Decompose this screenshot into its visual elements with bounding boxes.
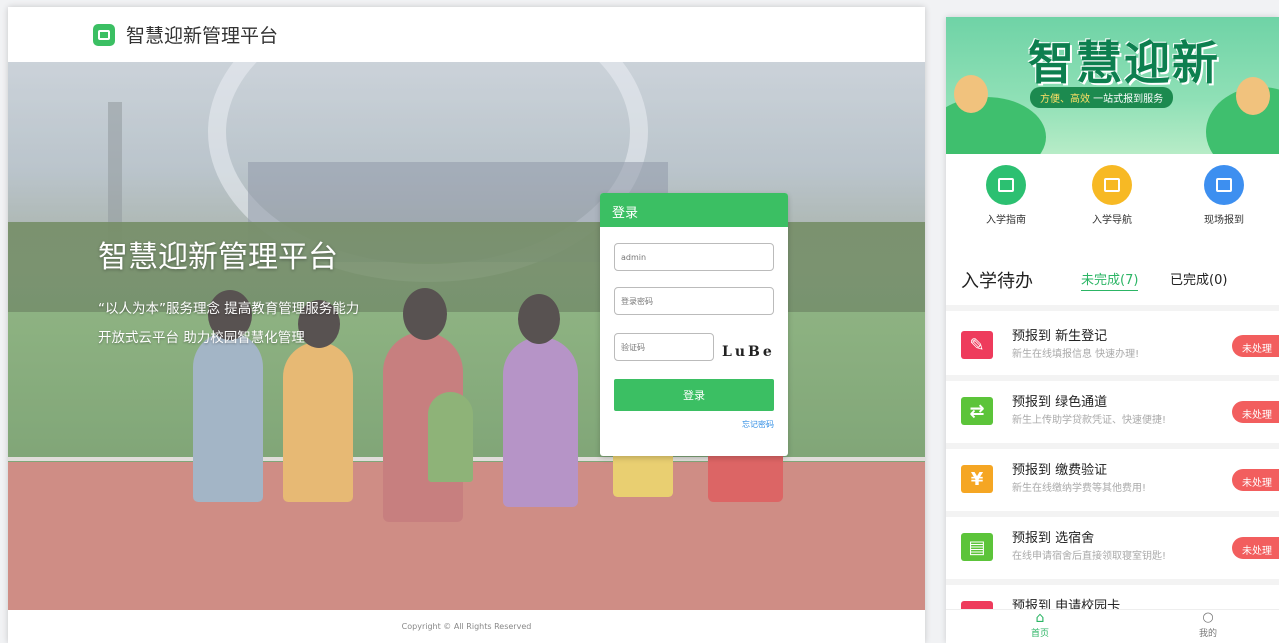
status-badge: 未处理 bbox=[1232, 335, 1279, 357]
hero-slogan-2: 开放式云平台 助力校园智慧化管理 bbox=[98, 330, 305, 346]
login-button[interactable]: 登录 bbox=[614, 379, 774, 411]
tab-done[interactable]: 已完成(0) bbox=[1170, 269, 1227, 288]
task-title: 预报到 绿色通道 bbox=[1012, 395, 1108, 410]
edit-icon: ✎ bbox=[961, 331, 993, 359]
banner-character bbox=[954, 75, 988, 113]
shortcut-checkin[interactable]: 现场报到 bbox=[1184, 165, 1264, 226]
bottom-tab-bar: ⌂ 首页 ○ 我的 bbox=[946, 609, 1279, 643]
login-card: 登录 admin 登录密码 验证码 LuBe 登录 忘记密码 bbox=[600, 193, 788, 456]
status-badge: 未处理 bbox=[1232, 469, 1279, 491]
task-desc: 新生上传助学贷款凭证、快速便捷! bbox=[1012, 415, 1167, 426]
task-desc: 新生在线缴纳学费等其他费用! bbox=[1012, 483, 1147, 494]
copyright-footer: Copyright © All Rights Reserved bbox=[8, 610, 925, 643]
hero-background: 智慧迎新管理平台 “以人为本”服务理念 提高教育管理服务能力 开放式云平台 助力… bbox=[8, 62, 925, 610]
mobile-app-screen: 智慧迎新 方便、高效 一站式报到服务 入学指南 入学导航 现场报到 入学待办 未… bbox=[946, 17, 1279, 643]
task-item[interactable]: ▤ 预报到 选宿舍 在线申请宿舍后直接领取寝室钥匙! 未处理 bbox=[946, 519, 1279, 577]
dorm-icon: ▤ bbox=[961, 533, 993, 561]
task-desc: 新生在线填报信息 快速办理! bbox=[1012, 349, 1140, 360]
book-logo-icon bbox=[93, 23, 115, 46]
divider bbox=[946, 443, 1279, 449]
task-item[interactable]: ✎ 预报到 新生登记 新生在线填报信息 快速办理! 未处理 bbox=[946, 317, 1279, 375]
banner-title: 智慧迎新 bbox=[1028, 36, 1220, 90]
divider bbox=[946, 305, 1279, 311]
yuan-icon: ¥ bbox=[961, 465, 993, 493]
task-item[interactable]: ⇄ 预报到 绿色通道 新生上传助学贷款凭证、快速便捷! 未处理 bbox=[946, 383, 1279, 441]
navigation-icon bbox=[1092, 165, 1132, 205]
guide-icon bbox=[986, 165, 1026, 205]
welcome-banner: 智慧迎新 方便、高效 一站式报到服务 bbox=[946, 17, 1279, 154]
username-input[interactable]: admin bbox=[614, 243, 774, 271]
banner-subtitle-highlight: 方便、高效 bbox=[1040, 94, 1090, 105]
checkin-icon bbox=[1204, 165, 1244, 205]
shortcut-label: 入学导航 bbox=[1092, 215, 1132, 226]
status-badge: 未处理 bbox=[1232, 537, 1279, 559]
tabbar-mine-label: 我的 bbox=[1198, 629, 1217, 639]
divider bbox=[946, 375, 1279, 381]
home-icon: ⌂ bbox=[1035, 610, 1045, 626]
screenshot-stage: 智慧迎新管理平台 智慧迎新管理平台 “以人为本”服务理念 提高教育管理服务能力 … bbox=[0, 0, 1279, 643]
login-card-header: 登录 bbox=[600, 193, 788, 227]
captcha-image[interactable]: LuBe bbox=[722, 340, 776, 364]
task-title: 预报到 缴费验证 bbox=[1012, 463, 1108, 478]
task-title: 预报到 新生登记 bbox=[1012, 329, 1108, 344]
banner-subtitle: 方便、高效 一站式报到服务 bbox=[1030, 87, 1174, 108]
hero-heading: 智慧迎新管理平台 bbox=[98, 240, 338, 275]
task-item[interactable]: ¥ 预报到 缴费验证 新生在线缴纳学费等其他费用! 未处理 bbox=[946, 451, 1279, 509]
shortcut-label: 入学指南 bbox=[986, 215, 1026, 226]
divider bbox=[946, 579, 1279, 585]
shortcut-navigation[interactable]: 入学导航 bbox=[1072, 165, 1152, 226]
app-title: 智慧迎新管理平台 bbox=[126, 25, 279, 47]
desktop-login-page: 智慧迎新管理平台 智慧迎新管理平台 “以人为本”服务理念 提高教育管理服务能力 … bbox=[8, 7, 925, 643]
todo-section-title: 入学待办 bbox=[961, 271, 1033, 292]
password-input[interactable]: 登录密码 bbox=[614, 287, 774, 315]
tab-pending[interactable]: 未完成(7) bbox=[1081, 269, 1139, 291]
shortcut-row: 入学指南 入学导航 现场报到 bbox=[946, 165, 1279, 235]
green-channel-icon: ⇄ bbox=[961, 397, 993, 425]
forgot-password-link[interactable]: 忘记密码 bbox=[742, 419, 774, 430]
shortcut-guide[interactable]: 入学指南 bbox=[966, 165, 1046, 226]
desktop-header: 智慧迎新管理平台 bbox=[8, 7, 925, 62]
banner-subtitle-text: 一站式报到服务 bbox=[1090, 94, 1164, 105]
divider bbox=[946, 511, 1279, 517]
captcha-input[interactable]: 验证码 bbox=[614, 333, 714, 361]
task-title: 预报到 选宿舍 bbox=[1012, 531, 1095, 546]
tabbar-mine[interactable]: ○ 我的 bbox=[1178, 610, 1238, 639]
tabbar-home[interactable]: ⌂ 首页 bbox=[1010, 610, 1070, 639]
tabbar-home-label: 首页 bbox=[1030, 629, 1049, 639]
status-badge: 未处理 bbox=[1232, 401, 1279, 423]
task-desc: 在线申请宿舍后直接领取寝室钥匙! bbox=[1012, 551, 1167, 562]
shortcut-label: 现场报到 bbox=[1204, 215, 1244, 226]
user-icon: ○ bbox=[1202, 610, 1214, 625]
hero-slogan-1: “以人为本”服务理念 提高教育管理服务能力 bbox=[98, 301, 360, 317]
banner-character bbox=[1236, 77, 1270, 115]
